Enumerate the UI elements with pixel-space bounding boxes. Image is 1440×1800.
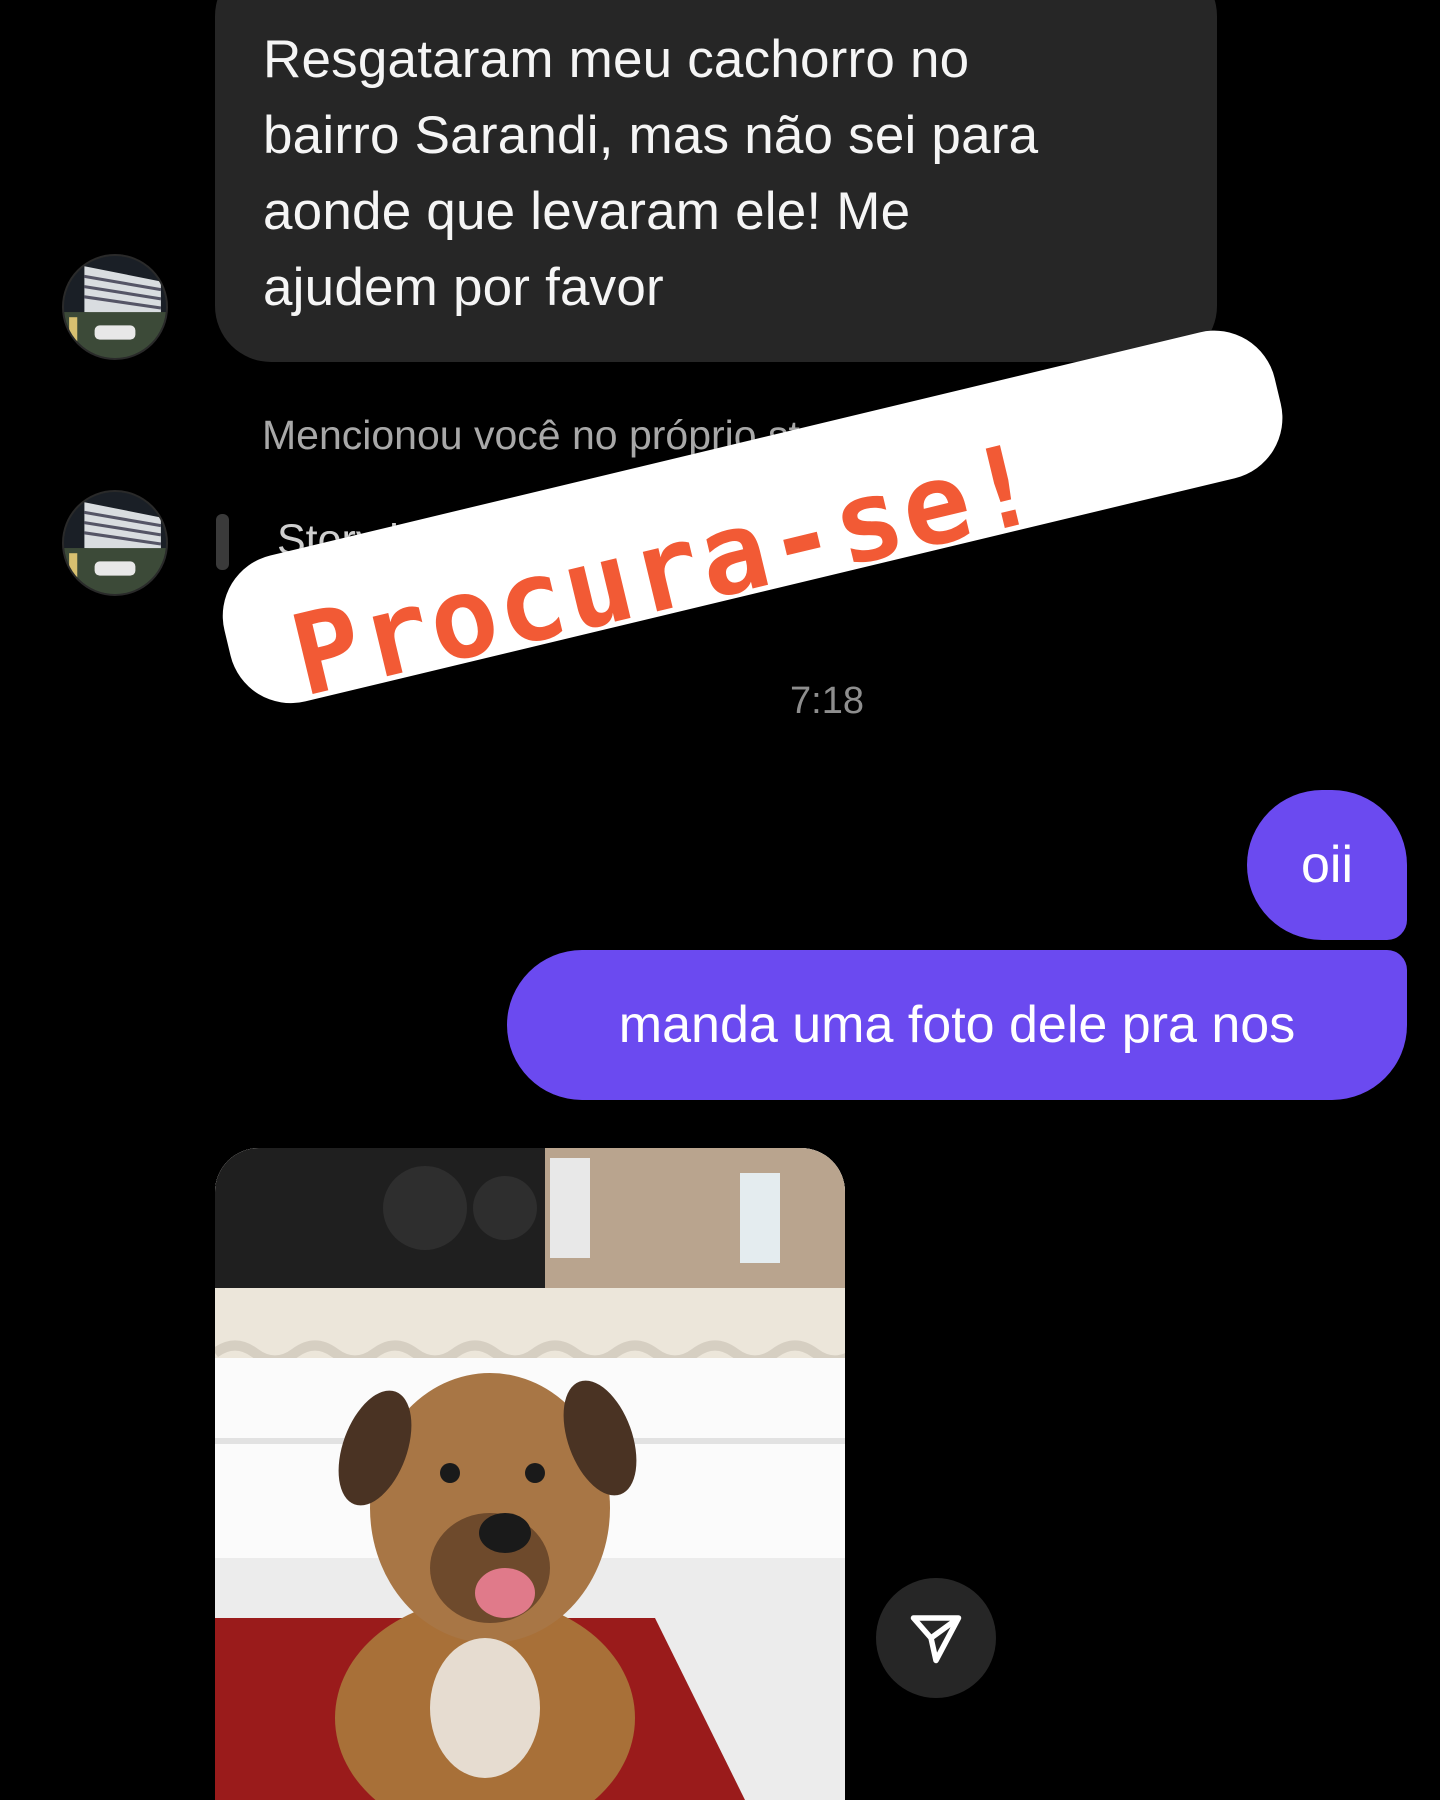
message-line: bairro Sarandi, mas não sei para [263,106,1039,165]
message-line: aonde que levaram ele! Me [263,182,911,241]
outgoing-message-bubble[interactable]: oii [1247,790,1407,940]
contact-avatar[interactable] [62,254,168,360]
share-button[interactable] [876,1578,996,1698]
message-timestamp: 7:18 [790,680,864,722]
paper-plane-icon [910,1615,962,1664]
message-line: ajudem por favor [263,258,664,317]
dog-photo[interactable] [215,1148,845,1800]
message-line: Resgataram meu cachorro no [263,30,970,89]
contact-avatar[interactable] [62,490,168,596]
story-reply-bar [216,514,229,570]
outgoing-message-bubble[interactable]: manda uma foto dele pra nos [507,950,1407,1100]
incoming-message-bubble[interactable]: Resgataram meu cachorro no bairro Sarand… [215,0,1217,362]
